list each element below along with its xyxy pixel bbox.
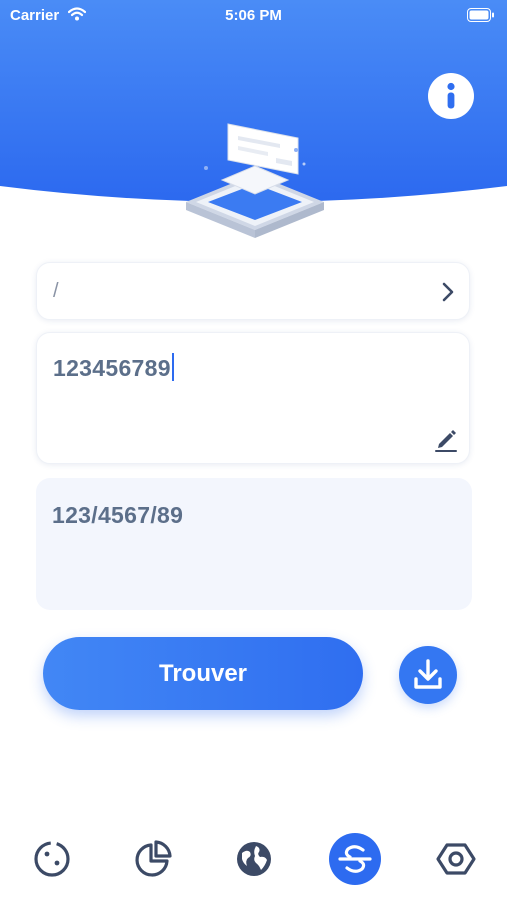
tab-statistics[interactable] [127, 833, 179, 885]
number-input-field[interactable]: 123456789 [36, 332, 470, 464]
result-box: 123/4567/89 [36, 478, 472, 610]
tab-clock[interactable] [26, 833, 78, 885]
tab-format[interactable] [329, 833, 381, 885]
text-caret [171, 353, 174, 381]
status-bar: Carrier 5:06 PM [0, 0, 507, 32]
number-input-value: 123456789 [53, 353, 174, 382]
separator-value: / [53, 280, 59, 302]
number-input-text: 123456789 [53, 355, 171, 381]
globe-icon [237, 842, 271, 876]
info-button[interactable] [428, 73, 474, 119]
format-s-icon [338, 845, 372, 873]
battery-icon [467, 8, 495, 26]
chevron-right-icon [442, 282, 454, 302]
hexagon-settings-icon [436, 843, 476, 875]
find-button[interactable]: Trouver [43, 637, 363, 710]
tab-bar [0, 826, 507, 892]
formatted-result: 123/4567/89 [52, 502, 184, 528]
pie-chart-icon [135, 840, 172, 877]
separator-selector[interactable]: / [36, 262, 470, 320]
tab-settings[interactable] [430, 833, 482, 885]
pencil-icon[interactable] [433, 427, 459, 453]
tab-globe[interactable] [228, 833, 280, 885]
clock-time: 5:06 PM [225, 7, 282, 24]
clock-dial-icon [34, 841, 70, 877]
card-on-platform-illustration [186, 123, 324, 238]
info-icon [447, 82, 455, 109]
download-button[interactable] [399, 646, 457, 704]
download-icon [414, 659, 442, 689]
